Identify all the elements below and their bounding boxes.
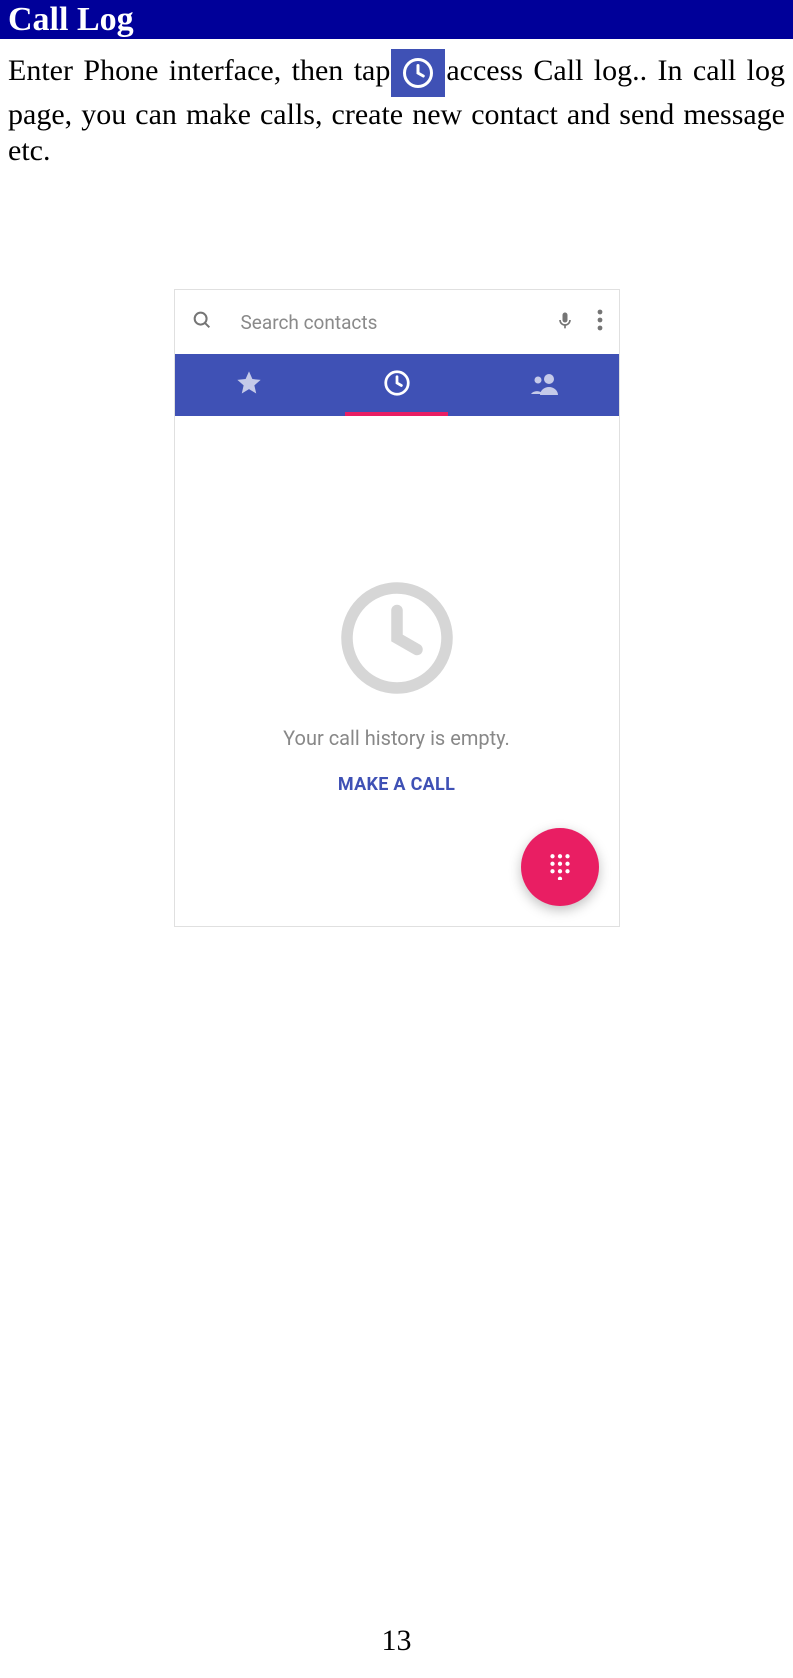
search-placeholder: Search contacts: [235, 311, 533, 334]
overflow-menu-icon[interactable]: [597, 308, 603, 336]
tab-recents[interactable]: [323, 354, 471, 416]
page-number: 13: [0, 1624, 793, 1658]
section-header: Call Log: [0, 0, 793, 39]
tab-bar: [175, 354, 619, 416]
dialpad-fab[interactable]: [521, 828, 599, 906]
tab-contacts[interactable]: [471, 354, 619, 416]
empty-state: Your call history is empty. MAKE A CALL: [175, 416, 619, 926]
empty-message: Your call history is empty.: [283, 726, 510, 750]
search-icon: [191, 309, 213, 335]
star-icon: [235, 369, 263, 401]
clock-icon: [382, 368, 412, 402]
dialpad-icon: [545, 850, 575, 884]
section-title: Call Log: [8, 1, 134, 38]
phone-screenshot: Search contacts: [174, 289, 620, 927]
tab-favorites[interactable]: [175, 354, 323, 416]
search-bar[interactable]: Search contacts: [175, 290, 619, 354]
clock-icon: [391, 49, 445, 97]
make-call-button[interactable]: MAKE A CALL: [338, 774, 455, 795]
empty-clock-icon: [337, 578, 457, 702]
body-part-1: Enter Phone interface, then tap: [8, 54, 390, 87]
body-paragraph: Enter Phone interface, then tap access C…: [0, 39, 793, 169]
mic-icon[interactable]: [555, 307, 575, 337]
people-icon: [529, 369, 561, 401]
